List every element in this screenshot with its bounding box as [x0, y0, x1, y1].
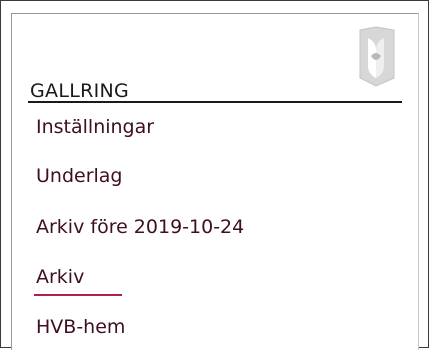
menu-item-underlag[interactable]: Underlag: [36, 165, 123, 187]
menu-item-hvb-hem[interactable]: HVB-hem: [36, 316, 125, 338]
window-frame: GALLRING Inställningar Underlag Arkiv fö…: [0, 0, 429, 350]
logo-icon: [359, 26, 395, 87]
section-title: GALLRING: [30, 80, 130, 102]
section-divider: [28, 101, 402, 103]
menu-item-arkiv[interactable]: Arkiv: [33, 266, 123, 296]
menu-item-arkiv-fore[interactable]: Arkiv före 2019-10-24: [36, 216, 244, 238]
menu-panel: GALLRING Inställningar Underlag Arkiv fö…: [11, 13, 419, 350]
menu-item-installningar[interactable]: Inställningar: [36, 116, 154, 138]
